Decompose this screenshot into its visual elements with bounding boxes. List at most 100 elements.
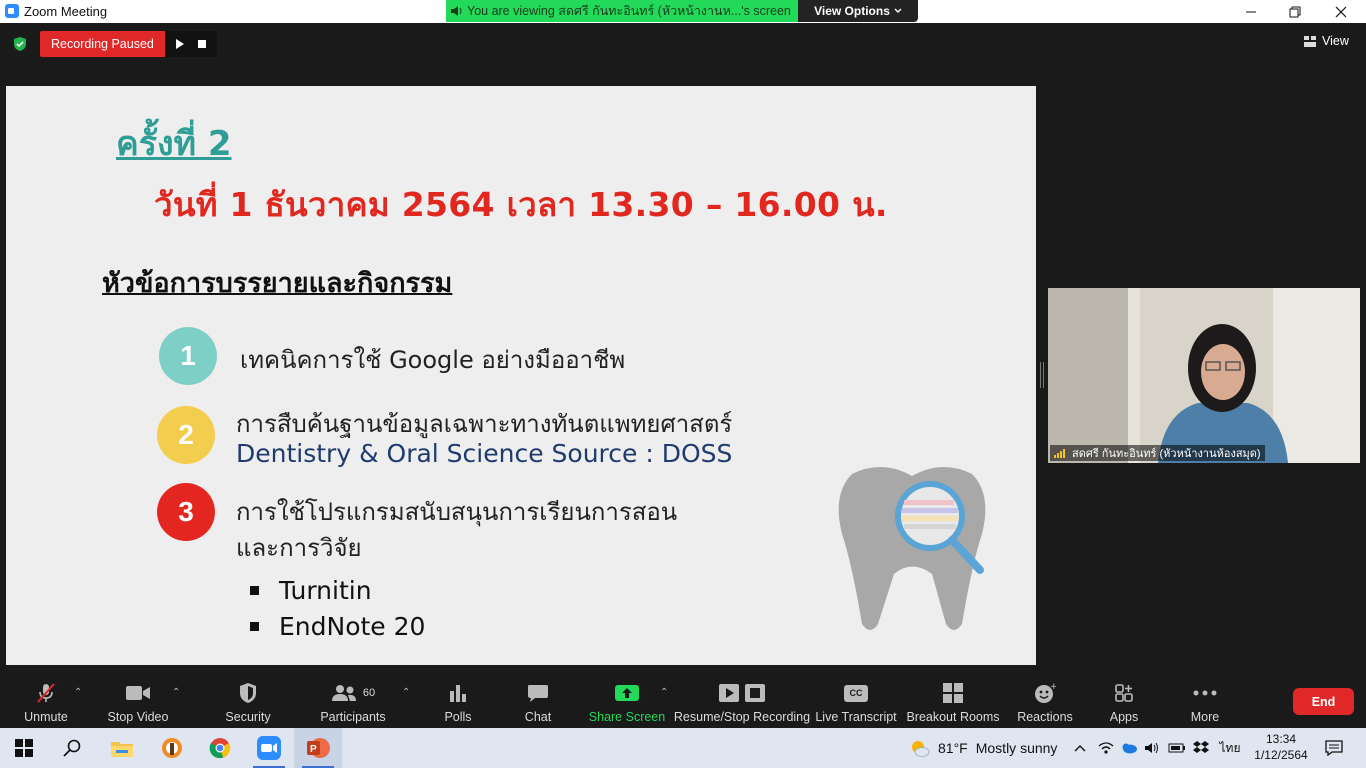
close-button[interactable]: [1318, 0, 1364, 23]
resume-recording-icon[interactable]: [175, 38, 185, 50]
viewing-banner-text: You are viewing สดศรี กันทะอินทร์ (หัวหน…: [467, 4, 791, 18]
view-options-label: View Options: [814, 4, 890, 18]
weather-condition: Mostly sunny: [975, 740, 1058, 756]
stop-video-label: Stop Video: [107, 710, 169, 724]
more-button[interactable]: More: [1184, 673, 1226, 728]
participant-video[interactable]: สดศรี กันทะอินทร์ (หัวหน้างานห้องสมุด): [1048, 288, 1360, 463]
input-language[interactable]: ไทย: [1216, 728, 1244, 768]
zoom-icon: [257, 736, 281, 760]
item-3-text: การใช้โปรแกรมสนับสนุนการเรียนการสอน: [236, 498, 678, 526]
svg-text:+: +: [1050, 682, 1056, 692]
taskbar-zoom[interactable]: [245, 728, 293, 768]
panel-resize-handle[interactable]: [1040, 362, 1044, 388]
live-transcript-button[interactable]: CC Live Transcript: [815, 673, 897, 728]
notification-center-icon[interactable]: [1320, 728, 1348, 768]
shared-screen: ครั้งที่ 2 วันที่ 1 ธันวาคม 2564 เวลา 13…: [6, 86, 1036, 665]
unmute-button[interactable]: Unmute: [20, 673, 72, 728]
polls-icon: [450, 685, 466, 702]
resume-stop-recording-label: Resume/Stop Recording: [673, 710, 811, 724]
battery-icon[interactable]: [1166, 728, 1188, 768]
taskbar-clock[interactable]: 13:34 1/12/2564: [1250, 731, 1312, 763]
taskbar-search-button[interactable]: [48, 728, 96, 768]
minimize-button[interactable]: [1228, 0, 1274, 23]
polls-button[interactable]: Polls: [438, 673, 478, 728]
breakout-rooms-label: Breakout Rooms: [906, 710, 1000, 724]
chat-bubble-icon: [528, 685, 548, 702]
more-dots-icon: [1193, 690, 1217, 696]
bullet-square-icon: [250, 622, 259, 631]
partly-sunny-icon: [912, 741, 930, 757]
item-number-1: 1: [159, 327, 217, 385]
resume-icon: [719, 684, 739, 702]
bullet-text: Turnitin: [279, 576, 372, 605]
viewing-banner: You are viewing สดศรี กันทะอินทร์ (หัวหน…: [446, 0, 798, 22]
weather-temperature: 81°F: [938, 740, 968, 756]
weather-widget[interactable]: 81°F Mostly sunny: [910, 728, 1057, 768]
more-label: More: [1190, 710, 1220, 724]
search-icon: [63, 739, 81, 757]
apps-icon: [1115, 684, 1133, 702]
meeting-toolbar: Unmute ⌃ Stop Video ⌃ Security 60 Partic…: [0, 673, 1366, 728]
recording-status: Recording Paused: [40, 31, 165, 57]
participants-options-caret-icon[interactable]: ⌃: [402, 687, 410, 698]
unmute-label: Unmute: [24, 710, 68, 724]
chevron-down-icon: [894, 8, 902, 13]
encryption-shield-icon[interactable]: [12, 36, 28, 52]
stop-recording-icon[interactable]: [197, 39, 207, 49]
app-circle-icon: [162, 738, 182, 758]
participant-video-frame: [1048, 288, 1360, 463]
windows-taskbar: P 81°F Mostly sunny ไทย 13:34 1/12/2564: [0, 728, 1366, 768]
breakout-rooms-icon: [943, 683, 963, 703]
video-options-caret-icon[interactable]: ⌃: [172, 687, 180, 698]
taskbar-powerpoint[interactable]: P: [294, 728, 342, 768]
security-label: Security: [225, 710, 271, 724]
chat-label: Chat: [524, 710, 552, 724]
wifi-icon[interactable]: [1096, 728, 1116, 768]
end-label: End: [1311, 694, 1336, 709]
share-screen-button[interactable]: Share Screen: [589, 673, 665, 728]
restore-icon: [1289, 6, 1301, 17]
breakout-rooms-button[interactable]: Breakout Rooms: [906, 673, 1000, 728]
share-options-caret-icon[interactable]: ⌃: [660, 687, 668, 698]
slide-session-title: ครั้งที่ 2: [116, 124, 232, 164]
view-options-button[interactable]: View Options: [798, 0, 918, 22]
zoom-app-icon: [5, 4, 19, 18]
powerpoint-icon: P: [307, 738, 330, 758]
dropbox-icon[interactable]: [1190, 728, 1212, 768]
stop-icon: [745, 684, 765, 702]
item-number-3: 3: [157, 483, 215, 541]
bullet-square-icon: [250, 586, 259, 595]
stop-video-button[interactable]: Stop Video: [104, 673, 172, 728]
participant-name: สดศรี กันทะอินทร์ (หัวหน้างานห้องสมุด): [1072, 448, 1261, 460]
onedrive-cloud-icon[interactable]: [1118, 728, 1140, 768]
restore-button[interactable]: [1272, 0, 1318, 23]
taskbar-chrome[interactable]: [196, 728, 244, 768]
taskbar-app[interactable]: [148, 728, 196, 768]
view-button[interactable]: View: [1304, 34, 1349, 48]
participants-label: Participants: [320, 710, 386, 724]
live-transcript-label: Live Transcript: [815, 710, 897, 724]
chat-button[interactable]: Chat: [518, 673, 558, 728]
minimize-icon: [1246, 11, 1256, 12]
participant-name-tag: สดศรี กันทะอินทร์ (หัวหน้างานห้องสมุด): [1050, 445, 1265, 461]
reactions-button[interactable]: + Reactions: [1016, 673, 1074, 728]
resume-stop-recording-button[interactable]: Resume/Stop Recording: [673, 673, 811, 728]
taskbar-file-explorer[interactable]: [98, 728, 146, 768]
closed-caption-icon: CC: [844, 684, 868, 702]
recording-controls: [165, 31, 217, 57]
svg-text:P: P: [310, 744, 317, 755]
volume-icon[interactable]: [1142, 728, 1162, 768]
start-button[interactable]: [0, 728, 48, 768]
participants-button[interactable]: 60 Participants: [318, 673, 388, 728]
recording-status-label: Recording Paused: [51, 37, 154, 51]
audio-options-caret-icon[interactable]: ⌃: [74, 687, 82, 698]
share-screen-icon: [615, 685, 639, 701]
clock-time: 13:34: [1265, 732, 1297, 746]
tray-overflow-caret-icon[interactable]: [1070, 728, 1090, 768]
windows-logo-icon: [15, 739, 33, 757]
polls-label: Polls: [444, 710, 472, 724]
end-meeting-button[interactable]: End: [1293, 688, 1354, 715]
apps-button[interactable]: Apps: [1104, 673, 1144, 728]
participants-icon: [331, 685, 356, 701]
security-button[interactable]: Security: [220, 673, 276, 728]
